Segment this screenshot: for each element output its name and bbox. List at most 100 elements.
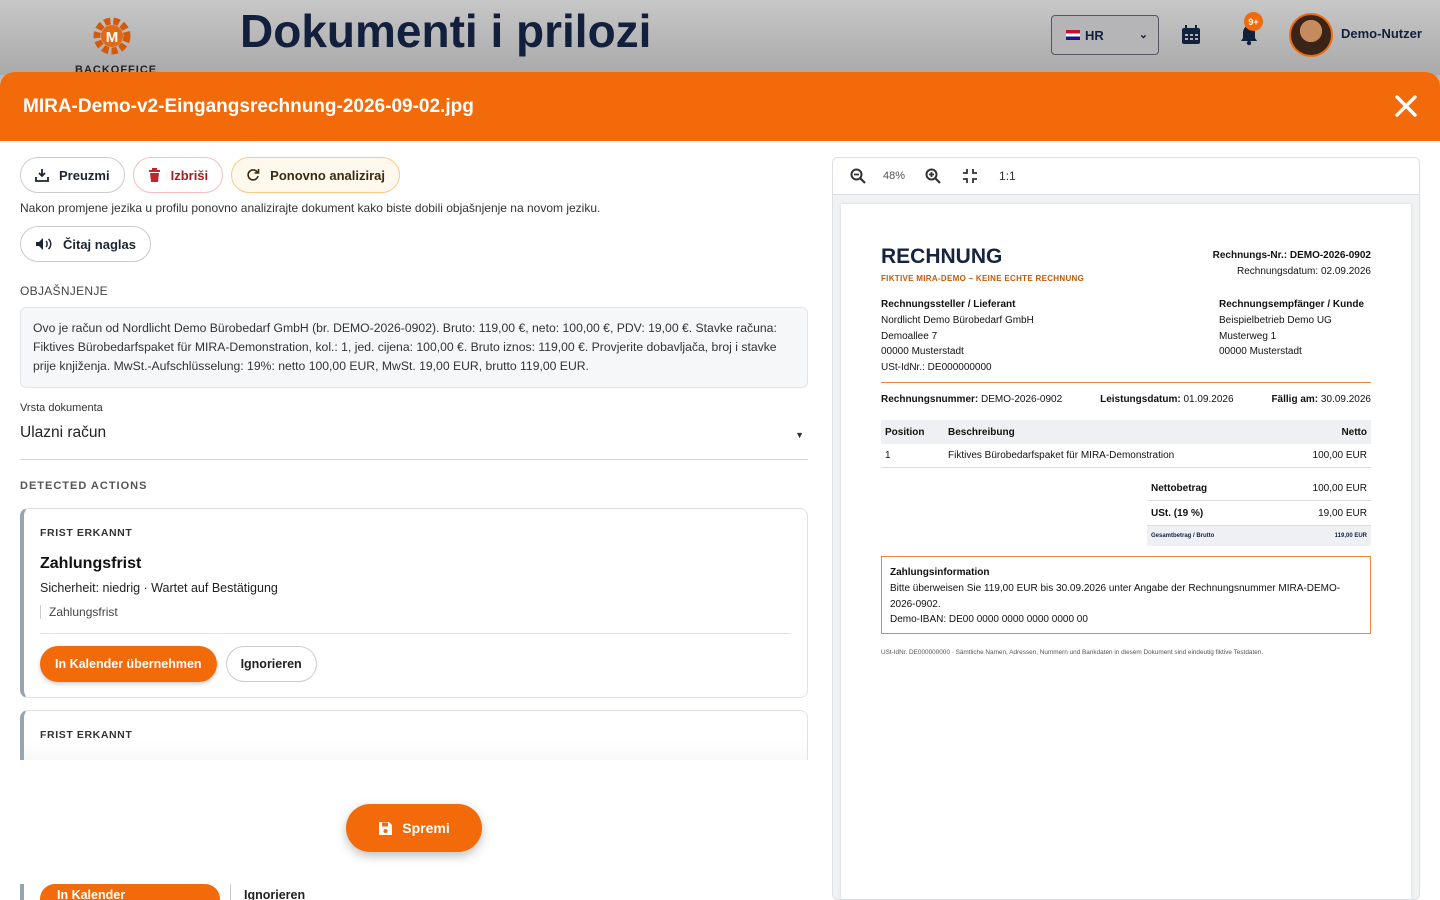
buyer-line: Musterweg 1 bbox=[1219, 330, 1277, 342]
payment-title: Zahlungsinformation bbox=[890, 567, 990, 578]
gross-value: 119,00 EUR bbox=[1334, 533, 1367, 539]
add-to-calendar-button[interactable]: In Kalender übernehmen bbox=[40, 646, 217, 682]
service-date-label: Leistungsdatum: bbox=[1100, 394, 1181, 405]
table-header-row: Position Beschreibung Netto bbox=[881, 420, 1371, 444]
total-label: USt. (19 %) bbox=[1151, 507, 1204, 519]
ignore-button[interactable]: Ignorieren bbox=[225, 646, 317, 682]
totals-block: Nettobetrag 100,00 EUR USt. (19 %) 19,00… bbox=[1147, 476, 1371, 546]
invoice-table: Position Beschreibung Netto 1 Fiktives B… bbox=[881, 420, 1371, 468]
floppy-disk-icon bbox=[379, 821, 393, 835]
page-title: Dokumenti i prilozi bbox=[240, 5, 652, 57]
document-preview: 48% 1:1 RECHNUNG FIKTIVE MIRA-DEMO – KEI… bbox=[832, 157, 1420, 900]
trash-icon bbox=[148, 168, 160, 182]
total-row: Nettobetrag 100,00 EUR bbox=[1147, 476, 1371, 501]
divider bbox=[881, 382, 1371, 383]
invoice-date: Rechnungsdatum: 02.09.2026 bbox=[1237, 266, 1371, 277]
action-kicker: FRIST ERKANNT bbox=[40, 729, 133, 741]
read-aloud-label: Čitaj naglas bbox=[63, 236, 136, 252]
download-button[interactable]: Preuzmi bbox=[20, 157, 125, 193]
total-row: USt. (19 %) 19,00 EUR bbox=[1147, 501, 1371, 526]
buyer-block: Rechnungsempfänger / Kunde Beispielbetri… bbox=[1219, 297, 1364, 360]
gross-total-row: Gesamtbetrag / Brutto 119,00 EUR bbox=[1147, 526, 1371, 546]
invoice-subheading: FIKTIVE MIRA-DEMO – KEINE ECHTE RECHNUNG bbox=[881, 274, 1085, 283]
invoice-meta: Rechnungs-Nr.: DEMO-2026-0902 Rechnungsd… bbox=[1213, 248, 1371, 280]
read-aloud-button[interactable]: Čitaj naglas bbox=[20, 226, 151, 262]
explanation-label: OBJAŠNJENJE bbox=[20, 284, 108, 298]
delete-label: Izbriši bbox=[170, 167, 209, 183]
table-cell: Fiktives Bürobedarfspaket für MIRA-Demon… bbox=[948, 450, 1175, 461]
refresh-icon bbox=[247, 169, 260, 181]
action-buttons: In Kalender übernehmen Ignorieren bbox=[40, 646, 791, 682]
download-icon bbox=[35, 169, 49, 182]
invoice-page: RECHNUNG FIKTIVE MIRA-DEMO – KEINE ECHTE… bbox=[841, 204, 1411, 899]
action-note: Zahlungsfrist bbox=[40, 605, 791, 619]
ref-number: DEMO-2026-0902 bbox=[981, 394, 1063, 405]
seller-line: USt-IdNr.: DE000000000 bbox=[881, 362, 992, 374]
total-value: 100,00 EUR bbox=[1312, 482, 1367, 494]
payment-text: Bitte überweisen Sie 119,00 EUR bis 30.0… bbox=[890, 582, 1341, 610]
action-card: FRIST ERKANNT Zahlungsfrist Sicherheit: … bbox=[20, 508, 808, 698]
invoice-footer: USt-IdNr. DE000000000 · Sämtliche Namen,… bbox=[881, 649, 1264, 656]
table-cell: 1 bbox=[885, 450, 891, 461]
document-details: Preuzmi Izbriši Ponovno analiziraj Nakon… bbox=[20, 157, 808, 760]
doc-type-label: Vrsta dokumenta bbox=[20, 402, 103, 414]
buyer-line: Beispielbetrieb Demo UG bbox=[1219, 314, 1332, 326]
due-label: Fällig am: bbox=[1271, 394, 1319, 405]
invoice-references: Rechnungsnummer: DEMO-2026-0902 Leistung… bbox=[881, 394, 1371, 405]
calendar-icon[interactable] bbox=[1180, 24, 1202, 46]
close-icon[interactable] bbox=[1392, 92, 1420, 120]
chevron-down-icon: ⌄ bbox=[1138, 29, 1148, 41]
buyer-title: Rechnungsempfänger / Kunde bbox=[1219, 299, 1365, 310]
gear-logo-icon: M bbox=[93, 17, 131, 55]
avatar[interactable] bbox=[1289, 13, 1333, 57]
scrolled-action-buttons: In Kalender übernehmen Ignorieren bbox=[20, 884, 340, 900]
card-edge bbox=[20, 884, 24, 900]
divider bbox=[40, 633, 791, 634]
add-to-calendar-button[interactable]: In Kalender übernehmen bbox=[40, 884, 220, 900]
table-row: 1 Fiktives Bürobedarfspaket für MIRA-Dem… bbox=[881, 444, 1371, 468]
notification-badge: 9+ bbox=[1244, 12, 1263, 31]
service-date: 01.09.2026 bbox=[1183, 394, 1234, 405]
app-header: M BACKOFFICE Dokumenti i prilozi HR ⌄ 9+… bbox=[0, 0, 1440, 76]
total-value: 19,00 EUR bbox=[1318, 507, 1367, 519]
delete-button[interactable]: Izbriši bbox=[132, 157, 224, 193]
payment-iban: Demo-IBAN: DE00 0000 0000 0000 0000 00 bbox=[890, 614, 1088, 626]
invoice-heading: RECHNUNG bbox=[881, 245, 1003, 268]
gross-label: Gesamtbetrag / Brutto bbox=[1151, 533, 1215, 539]
doc-type-value: Ulazni račun bbox=[20, 424, 107, 441]
seller-line: Demoallee 7 bbox=[881, 330, 938, 342]
language-select[interactable]: HR ⌄ bbox=[1051, 15, 1159, 55]
zoom-out-icon[interactable] bbox=[850, 168, 866, 184]
table-cell: 100,00 EUR bbox=[1312, 450, 1367, 461]
svg-text:M: M bbox=[106, 29, 119, 46]
language-value: HR bbox=[1085, 27, 1104, 43]
action-card: FRIST ERKANNT bbox=[20, 710, 808, 760]
croatia-flag-icon bbox=[1066, 30, 1080, 40]
modal-title: MIRA-Demo-v2-Eingangsrechnung-2026-09-02… bbox=[23, 95, 474, 117]
actual-size-button[interactable]: 1:1 bbox=[999, 169, 1016, 183]
buyer-line: 00000 Musterstadt bbox=[1219, 346, 1302, 358]
action-title: Zahlungsfrist bbox=[40, 555, 142, 572]
doc-type-select[interactable]: Ulazni račun ▼ bbox=[20, 424, 808, 460]
user-name[interactable]: Demo-Nutzer bbox=[1341, 26, 1422, 41]
detected-actions-label: DETECTED ACTIONS bbox=[20, 480, 148, 492]
zoom-in-icon[interactable] bbox=[925, 168, 941, 184]
column-header: Beschreibung bbox=[948, 426, 1015, 438]
column-header: Position bbox=[885, 426, 925, 438]
explanation-text: Ovo je račun od Nordlicht Demo Bürobedar… bbox=[20, 307, 808, 388]
action-kicker: FRIST ERKANNT bbox=[40, 527, 133, 539]
zoom-level: 48% bbox=[883, 170, 906, 182]
document-modal: MIRA-Demo-v2-Eingangsrechnung-2026-09-02… bbox=[0, 72, 1440, 900]
caret-down-icon: ▼ bbox=[795, 430, 804, 440]
save-button[interactable]: Spremi bbox=[346, 804, 482, 852]
due-date: 30.09.2026 bbox=[1320, 394, 1371, 405]
reanalyze-button[interactable]: Ponovno analiziraj bbox=[231, 157, 401, 193]
fit-to-page-icon[interactable] bbox=[962, 168, 978, 184]
payment-info-box: Zahlungsinformation Bitte überweisen Sie… bbox=[881, 556, 1371, 634]
action-toolbar: Preuzmi Izbriši Ponovno analiziraj bbox=[20, 157, 808, 193]
preview-toolbar: 48% 1:1 bbox=[833, 158, 1419, 195]
seller-title: Rechnungssteller / Lieferant bbox=[881, 299, 1016, 310]
ignore-button[interactable]: Ignorieren bbox=[230, 884, 318, 900]
seller-line: 00000 Musterstadt bbox=[881, 346, 964, 358]
seller-line: Nordlicht Demo Bürobedarf GmbH bbox=[881, 314, 1034, 326]
